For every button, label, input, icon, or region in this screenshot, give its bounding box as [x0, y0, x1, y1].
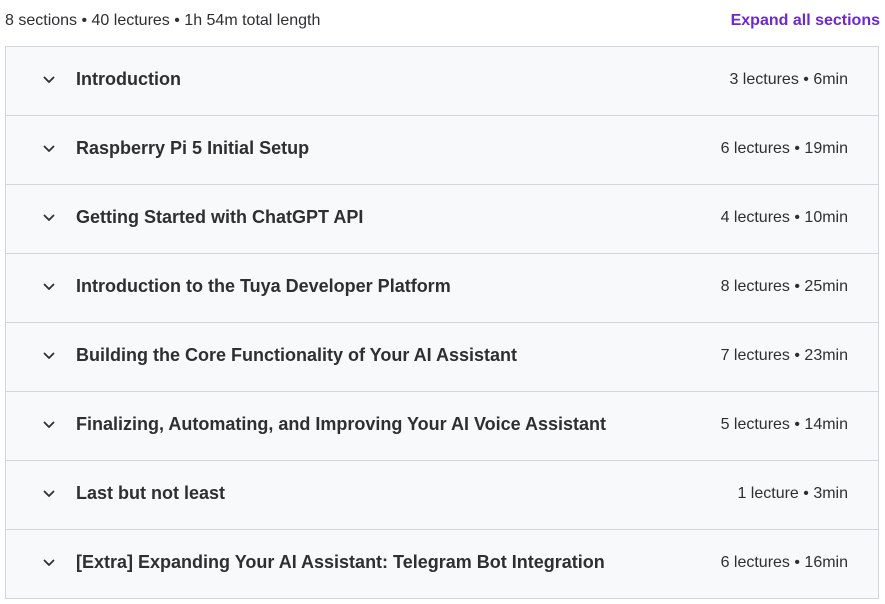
section-row-telegram-bot[interactable]: [Extra] Expanding Your AI Assistant: Tel…	[6, 530, 878, 599]
chevron-down-icon	[42, 73, 56, 87]
section-lecture-info: 6 lectures • 16min	[720, 554, 848, 571]
section-lecture-info: 4 lectures • 10min	[720, 209, 848, 226]
section-row-introduction[interactable]: Introduction 3 lectures • 6min	[6, 47, 878, 116]
section-lecture-info: 1 lecture • 3min	[737, 485, 848, 502]
course-sections-list: Introduction 3 lectures • 6min Raspberry…	[5, 46, 879, 599]
course-stats-text: 8 sections • 40 lectures • 1h 54m total …	[5, 11, 321, 29]
section-row-last-but-not-least[interactable]: Last but not least 1 lecture • 3min	[6, 461, 878, 530]
section-title: Getting Started with ChatGPT API	[76, 207, 364, 227]
section-row-core-functionality[interactable]: Building the Core Functionality of Your …	[6, 323, 878, 392]
chevron-down-icon	[42, 556, 56, 570]
section-row-chatgpt-api[interactable]: Getting Started with ChatGPT API 4 lectu…	[6, 185, 878, 254]
chevron-down-icon	[42, 349, 56, 363]
section-lecture-info: 6 lectures • 19min	[720, 140, 848, 157]
chevron-down-icon	[42, 280, 56, 294]
section-lecture-info: 7 lectures • 23min	[720, 347, 848, 364]
expand-all-sections-button[interactable]: Expand all sections	[731, 12, 880, 30]
section-title: Introduction to the Tuya Developer Platf…	[76, 276, 451, 296]
chevron-down-icon	[42, 418, 56, 432]
section-title: Finalizing, Automating, and Improving Yo…	[76, 414, 607, 434]
section-lecture-info: 8 lectures • 25min	[720, 278, 848, 295]
section-title: Introduction	[76, 69, 181, 89]
section-row-finalizing[interactable]: Finalizing, Automating, and Improving Yo…	[6, 392, 878, 461]
chevron-down-icon	[42, 142, 56, 156]
section-row-tuya-platform[interactable]: Introduction to the Tuya Developer Platf…	[6, 254, 878, 323]
chevron-down-icon	[42, 211, 56, 225]
section-lecture-info: 3 lectures • 6min	[729, 71, 848, 88]
section-lecture-info: 5 lectures • 14min	[720, 416, 848, 433]
section-title: Building the Core Functionality of Your …	[76, 345, 518, 365]
section-title: Last but not least	[76, 483, 226, 503]
section-title: Raspberry Pi 5 Initial Setup	[76, 138, 310, 158]
chevron-down-icon	[42, 487, 56, 501]
section-title: [Extra] Expanding Your AI Assistant: Tel…	[76, 552, 605, 572]
course-content-summary: 8 sections • 40 lectures • 1h 54m total …	[5, 0, 880, 42]
section-row-raspberry-pi-setup[interactable]: Raspberry Pi 5 Initial Setup 6 lectures …	[6, 116, 878, 185]
